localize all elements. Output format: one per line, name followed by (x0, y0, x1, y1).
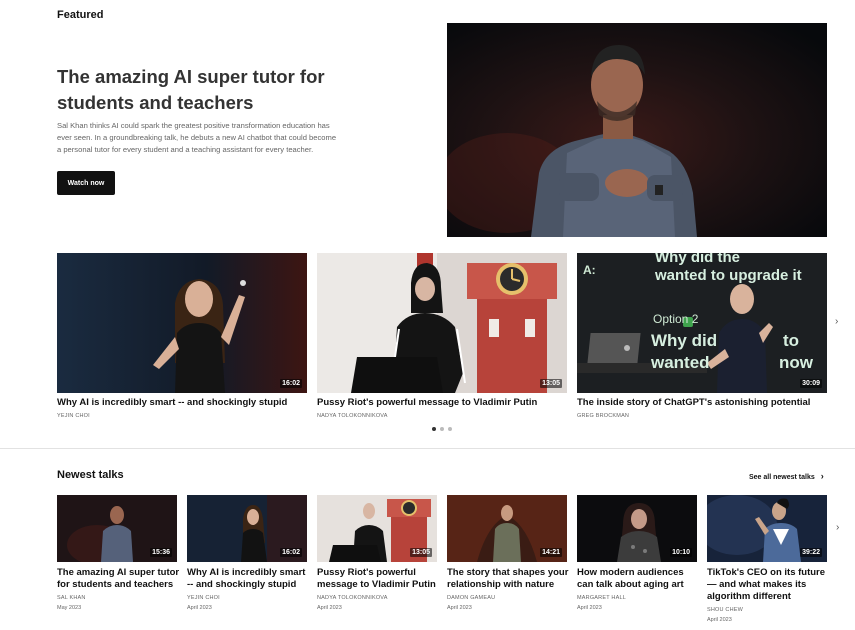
newest-card-date: April 2023 (447, 605, 472, 611)
featured-title[interactable]: The amazing AI super tutor for students … (57, 64, 417, 116)
carousel-card-title[interactable]: Pussy Riot's powerful message to Vladimi… (317, 397, 569, 409)
newest-card-title[interactable]: Why AI is incredibly smart -- and shocki… (187, 567, 313, 591)
carousel-card-title[interactable]: Why AI is incredibly smart -- and shocki… (57, 397, 309, 409)
newest-card-speaker: SHOU CHEW (707, 607, 744, 613)
chevron-right-icon[interactable]: › (836, 522, 839, 533)
duration-badge: 14:21 (540, 548, 562, 557)
newest-thumbnail[interactable]: 13:05 (317, 495, 437, 562)
newest-talks-heading: Newest talks (57, 469, 124, 481)
carousel-dot[interactable] (440, 427, 444, 431)
newest-thumbnail[interactable]: 16:02 (187, 495, 307, 562)
chevron-right-icon[interactable]: › (835, 316, 838, 327)
newest-thumbnail[interactable]: 15:36 (57, 495, 177, 562)
slide-text-option: Option 2 (653, 312, 699, 326)
newest-card-title[interactable]: How modern audiences can talk about agin… (577, 567, 703, 591)
featured-label: Featured (57, 9, 104, 21)
slide-text-line: Why did (651, 331, 718, 350)
chevron-right-icon: › (820, 471, 824, 481)
carousel-dot[interactable] (448, 427, 452, 431)
newest-card-title-line: TikTok's CEO on its future (707, 567, 826, 578)
featured-title-line: students and teachers (57, 92, 254, 113)
duration-badge: 30:09 (800, 379, 822, 388)
newest-card-speaker: SAL KHAN (57, 595, 86, 601)
slide-text-line: wanted (651, 353, 710, 372)
featured-description-line: Sal Khan thinks AI could spark the great… (57, 121, 330, 130)
section-divider (0, 448, 855, 449)
slide-text-line: Why did the (655, 253, 740, 266)
newest-card-title-line: -- and shockingly stupid (187, 579, 297, 590)
speaker-image (317, 253, 567, 393)
featured-title-line: The amazing AI super tutor for (57, 66, 325, 87)
newest-card-title-line: How modern audiences (577, 567, 684, 578)
newest-thumbnail[interactable]: 14:21 (447, 495, 567, 562)
newest-thumbnail[interactable]: 39:22 (707, 495, 827, 562)
newest-card-title-line: — and what makes its (707, 579, 807, 590)
newest-card-speaker: MARGARET HALL (577, 595, 626, 601)
newest-card-title[interactable]: The story that shapes your relationship … (447, 567, 573, 591)
newest-card-date: April 2023 (577, 605, 602, 611)
carousel-thumbnail[interactable]: 13:05 (317, 253, 567, 393)
slide-text-line: wanted to upgrade it (655, 267, 802, 284)
featured-description-line: a personal tutor for every student and a… (57, 145, 314, 154)
newest-card-title-line: relationship with nature (447, 579, 555, 590)
duration-badge: 16:02 (280, 548, 302, 557)
newest-card-title[interactable]: TikTok's CEO on its future — and what ma… (707, 567, 833, 603)
newest-card-title[interactable]: The amazing AI super tutor for students … (57, 567, 183, 591)
newest-card-title-line: The story that shapes your (447, 567, 569, 578)
newest-card-title-line: The amazing AI super tutor (57, 567, 180, 578)
newest-card-title-line: for students and teachers (57, 579, 174, 590)
newest-card-title-line: algorithm different (707, 591, 791, 602)
newest-card-title-line: Why AI is incredibly smart (187, 567, 306, 578)
slide-text-line: to (783, 331, 800, 350)
carousel-dot[interactable] (432, 427, 436, 431)
duration-badge: 10:10 (670, 548, 692, 557)
featured-description: Sal Khan thinks AI could spark the great… (57, 120, 437, 156)
featured-speaker-image (447, 23, 827, 237)
newest-card-speaker: NADYA TOLOKONNIKOVA (317, 595, 388, 601)
newest-card-title-line: Pussy Riot's powerful (317, 567, 416, 578)
carousel-thumbnail[interactable]: 16:02 (57, 253, 307, 393)
carousel-card-title[interactable]: The inside story of ChatGPT's astonishin… (577, 397, 837, 409)
duration-badge: 13:05 (410, 548, 432, 557)
duration-badge: 16:02 (280, 379, 302, 388)
newest-card-date: May 2023 (57, 605, 82, 611)
newest-card-date: April 2023 (187, 605, 212, 611)
newest-thumbnail[interactable]: 10:10 (577, 495, 697, 562)
slide-text-line: now (779, 353, 813, 372)
see-all-newest-link[interactable]: See all newest talks › (749, 471, 824, 481)
watch-now-button[interactable]: Watch now (57, 171, 115, 195)
carousel-thumbnail[interactable]: A: Why did the wanted to upgrade it Opti… (577, 253, 827, 393)
newest-card-title-line: message to Vladimir Putin (317, 579, 436, 590)
newest-card-speaker: DAMON GAMEAU (447, 595, 496, 601)
newest-card-date: April 2023 (707, 617, 732, 623)
newest-card-title[interactable]: Pussy Riot's powerful message to Vladimi… (317, 567, 443, 591)
newest-card-date: April 2023 (317, 605, 342, 611)
see-all-label: See all newest talks (749, 474, 815, 481)
featured-description-line: ever seen. In a groundbreaking talk, he … (57, 133, 337, 142)
carousel-card-speaker: YEJIN CHOI (57, 413, 90, 419)
carousel-card-speaker: GREG BROCKMAN (577, 413, 630, 419)
featured-thumbnail[interactable] (447, 23, 827, 237)
duration-badge: 39:22 (800, 548, 822, 557)
speaker-image (57, 253, 307, 393)
newest-card-title-line: can talk about aging art (577, 579, 684, 590)
carousel-card-speaker: NADYA TOLOKONNIKOVA (317, 413, 388, 419)
duration-badge: 15:36 (150, 548, 172, 557)
newest-card-speaker: YEJIN CHOI (187, 595, 220, 601)
duration-badge: 13:05 (540, 379, 562, 388)
slide-text-a: A: (583, 263, 596, 277)
